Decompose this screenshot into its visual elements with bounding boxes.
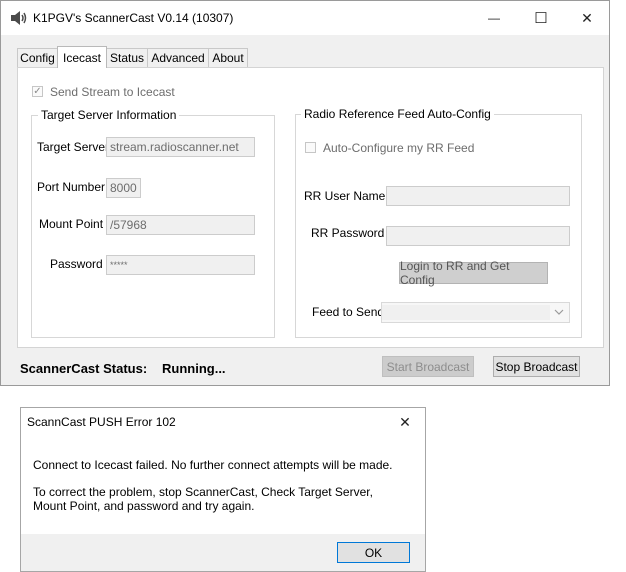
password-field[interactable]: ***** [106,255,255,275]
start-broadcast-button[interactable]: Start Broadcast [382,356,474,377]
feed-select-inner [382,305,550,320]
rr-password-label: RR Password [311,226,385,240]
port-number-label: Port Number [37,180,106,194]
password-label: Password [50,257,103,271]
send-stream-checkbox[interactable]: ✓ [32,86,43,97]
scannercast-status-label: ScannerCast Status: [20,361,148,376]
tab-label: Status [109,51,145,65]
auto-configure-checkbox[interactable] [305,142,316,153]
dialog-message-line2: To correct the problem, stop ScannerCast… [33,485,373,513]
rr-user-name-label: RR User Name [304,189,386,203]
minimize-button[interactable]: — [471,1,517,35]
close-icon: ✕ [399,413,411,430]
dialog-message-line1: Connect to Icecast failed. No further co… [33,458,393,472]
tab-label: Icecast [62,50,101,65]
rr-feed-group-title: Radio Reference Feed Auto-Config [301,107,494,121]
maximize-icon: ☐ [534,10,548,27]
mount-point-label: Mount Point [39,217,104,231]
port-number-field[interactable]: 8000 [106,178,141,198]
tab-label: About [212,51,244,65]
minimize-icon: — [488,11,500,25]
dialog-close-button[interactable]: ✕ [385,408,425,436]
error-dialog: ScannCast PUSH Error 102 ✕ Connect to Ic… [20,407,426,572]
main-window: K1PGV's ScannerCast V0.14 (10307) — ☐ ✕ … [0,0,610,386]
scannercast-status-value: Running... [162,361,226,376]
tab-label: Advanced [151,51,205,65]
speaker-icon [11,11,27,25]
mount-point-field[interactable]: /57968 [106,215,255,235]
feed-to-send-select[interactable] [381,302,570,323]
dialog-footer: OK [21,534,425,571]
dialog-title: ScannCast PUSH Error 102 [27,415,176,429]
chevron-down-icon [554,309,564,315]
maximize-button[interactable]: ☐ [518,1,564,35]
icecast-tab-panel: ✓ Send Stream to Icecast Target Server I… [17,67,604,348]
close-button[interactable]: ✕ [564,1,610,35]
ok-button[interactable]: OK [337,542,410,563]
target-server-group-title: Target Server Information [38,108,180,122]
send-stream-label: Send Stream to Icecast [50,85,175,99]
tab-advanced[interactable]: Advanced [147,48,209,67]
tab-status[interactable]: Status [106,48,148,67]
window-title: K1PGV's ScannerCast V0.14 (10307) [33,11,234,25]
feed-to-send-label: Feed to Send [312,305,385,319]
tab-label: Config [20,51,55,65]
auto-configure-label: Auto-Configure my RR Feed [323,141,475,155]
tab-config[interactable]: Config [17,48,58,67]
stop-broadcast-button[interactable]: Stop Broadcast [493,356,580,377]
target-server-label: Target Server [37,140,110,154]
rr-password-field[interactable] [386,226,570,246]
close-icon: ✕ [581,9,593,26]
tab-about[interactable]: About [208,48,248,67]
target-server-field[interactable]: stream.radioscanner.net [106,137,255,157]
rr-user-name-field[interactable] [386,186,570,206]
checkmark-icon: ✓ [33,86,42,97]
tab-icecast[interactable]: Icecast [57,46,107,68]
title-bar[interactable]: K1PGV's ScannerCast V0.14 (10307) — ☐ ✕ [1,1,609,35]
login-rr-button[interactable]: Login to RR and Get Config [399,259,548,287]
